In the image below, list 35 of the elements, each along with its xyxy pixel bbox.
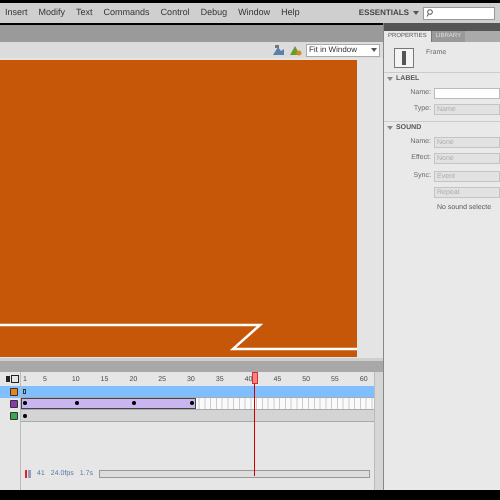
scene-icon[interactable]: [272, 44, 285, 56]
menu-item[interactable]: Window: [238, 6, 270, 20]
keyframe-icon: [132, 401, 136, 405]
symbol-icon[interactable]: [289, 44, 302, 56]
workspace-menu[interactable]: ESSENTIALS: [358, 7, 409, 19]
expand-icon[interactable]: [387, 126, 393, 130]
layer-color-icon[interactable]: [10, 412, 18, 420]
keyframe-icon: [23, 401, 27, 405]
menu-item[interactable]: Debug: [200, 6, 228, 20]
layer-color-icon[interactable]: [10, 400, 18, 408]
search-icon: [426, 9, 433, 17]
menu-item[interactable]: Insert: [5, 6, 28, 20]
keyframe-icon: [23, 414, 27, 418]
keyframe-icon: [190, 401, 194, 405]
expand-icon[interactable]: [387, 77, 393, 81]
menu-item[interactable]: Modify: [38, 6, 66, 20]
zoom-dropdown[interactable]: Fit in Window: [306, 44, 380, 56]
menu-item[interactable]: Text: [76, 6, 93, 20]
horizontal-scrollbar[interactable]: [99, 470, 370, 478]
frame-icon: [394, 48, 414, 68]
caret-icon: [371, 48, 377, 52]
frame-row[interactable]: [21, 398, 374, 410]
menu-item[interactable]: Commands: [104, 6, 150, 20]
search-field[interactable]: [423, 6, 495, 20]
outline-icon[interactable]: [11, 375, 19, 383]
vertical-scrollbar[interactable]: [374, 372, 383, 490]
menu-item[interactable]: Help: [281, 6, 300, 20]
layer-color-icon[interactable]: [10, 388, 18, 396]
menu-item[interactable]: Control: [160, 6, 190, 20]
keyframe-icon: [74, 401, 79, 405]
blank-keyframe-icon: [23, 389, 26, 394]
playhead[interactable]: [252, 372, 258, 476]
caret-icon: [413, 11, 419, 15]
name-field[interactable]: [434, 88, 500, 98]
onion-skin-icon[interactable]: [25, 470, 31, 478]
